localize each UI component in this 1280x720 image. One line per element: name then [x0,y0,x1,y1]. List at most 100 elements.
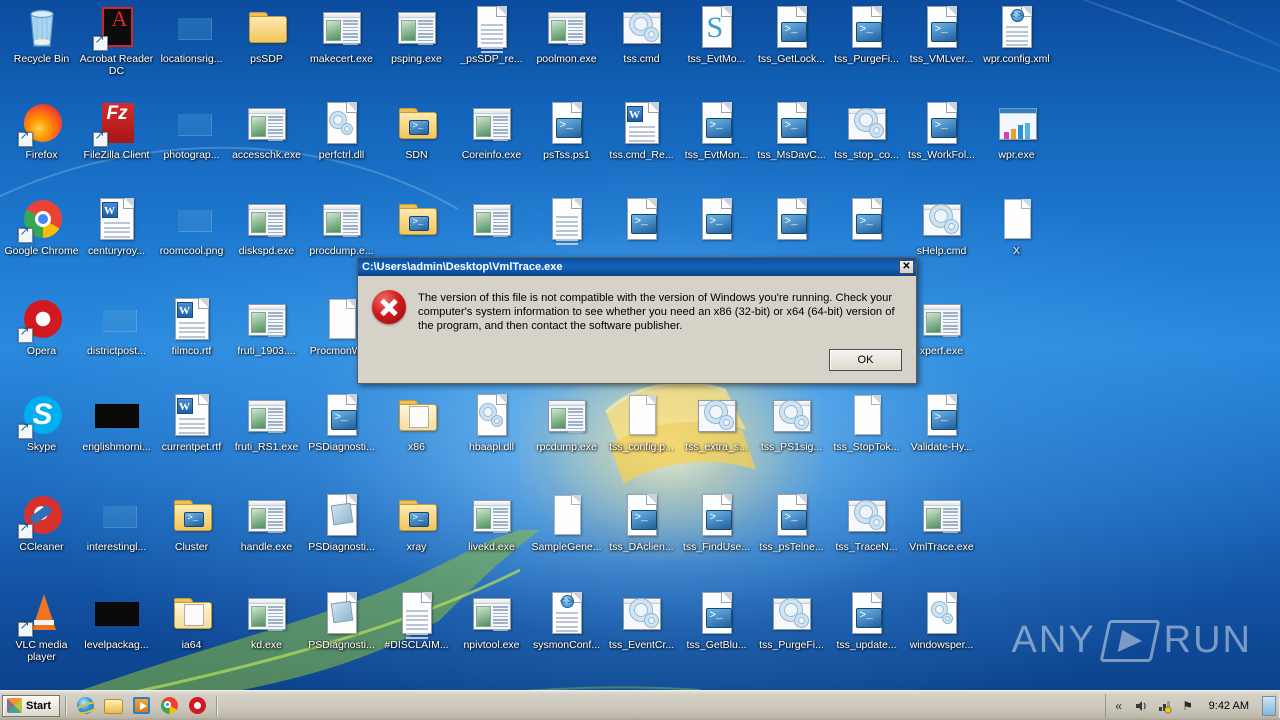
desktop-icon[interactable]: sHelp.cmd [904,196,979,258]
media-player-icon[interactable] [130,695,152,717]
desktop-icon[interactable]: Wtss.cmd_Re... [604,100,679,162]
desktop-icon[interactable]: SampleGene... [529,492,604,554]
desktop-icon[interactable] [529,196,604,246]
desktop-icon[interactable]: >_ Validate-Hy... [904,392,979,454]
start-button[interactable]: Start [2,694,61,717]
desktop-icon[interactable]: npivtool.exe [454,590,529,652]
desktop-icon[interactable]: diskspd.exe [229,196,304,258]
desktop-icon[interactable]: fruti_RS1.exe [229,392,304,454]
windows-explorer-icon[interactable] [102,695,124,717]
volume-icon[interactable] [1134,698,1150,714]
desktop-icon[interactable]: tss_StopTok... [829,392,904,454]
desktop-icon[interactable]: Firefox [4,100,79,162]
desktop-icon[interactable]: VmlTrace.exe [904,492,979,554]
internet-explorer-icon[interactable] [74,695,96,717]
show-desktop-button[interactable] [1262,695,1276,716]
desktop-icon[interactable]: PSDiagnosti... [304,492,379,554]
desktop-icon[interactable]: >_ tss_psTelne... [754,492,829,554]
desktop-icon[interactable]: windowsper... [904,590,979,652]
desktop[interactable]: Recycle Bin Acrobat Reader DC locationsrig… [0,0,1280,720]
desktop-icon[interactable]: interestingl... [79,492,154,554]
desktop-icon[interactable]: >_ tss_FindUse... [679,492,754,554]
desktop-icon[interactable]: >_ tss_update... [829,590,904,652]
desktop-icon[interactable]: #DISCLAIM... [379,590,454,652]
desktop-icon[interactable]: >_ [754,196,829,246]
desktop-icon[interactable]: Google Chrome [4,196,79,258]
desktop-icon[interactable]: Acrobat Reader DC [79,4,154,77]
desktop-icon[interactable]: Wcurrentpet.rtf [154,392,229,454]
desktop-icon[interactable]: >_ tss_GetBlu... [679,590,754,652]
desktop-icon[interactable]: wpr.exe [979,100,1054,162]
desktop-icon[interactable]: tss_extra_s... [679,392,754,454]
desktop-icon[interactable]: >_ tss_PurgeFi... [829,4,904,66]
desktop-icon[interactable]: rpcdump.exe [529,392,604,454]
desktop-icon[interactable]: < > wpr.config.xml [979,4,1054,66]
desktop-icon[interactable]: handle.exe [229,492,304,554]
desktop-icon[interactable]: tss_TraceN... [829,492,904,554]
desktop-icon[interactable]: >_ tss_VMLver... [904,4,979,66]
desktop-icon[interactable]: hbaapi.dll [454,392,529,454]
desktop-icon[interactable]: accesschk.exe [229,100,304,162]
desktop-icon[interactable]: >_ tss_GetLock... [754,4,829,66]
desktop-icon[interactable]: Recycle Bin [4,4,79,66]
desktop-icon[interactable]: poolmon.exe [529,4,604,66]
desktop-icon[interactable]: livekd.exe [454,492,529,554]
desktop-icon[interactable] [454,196,529,246]
desktop-icon[interactable]: tss_PS1sig... [754,392,829,454]
show-hidden-icons-icon[interactable]: « [1111,698,1127,714]
desktop-icon[interactable]: tss_EventCr... [604,590,679,652]
desktop-icon[interactable]: Opera [4,296,79,358]
desktop-icon[interactable]: PSDiagnosti... [304,590,379,652]
desktop-icon[interactable]: locationsrig... [154,4,229,66]
desktop-icon[interactable]: tss_config.p... [604,392,679,454]
desktop-icon[interactable]: FileZilla Client [79,100,154,162]
network-icon[interactable] [1157,698,1173,714]
close-icon[interactable]: ✕ [899,260,914,274]
desktop-icon[interactable]: >_ [604,196,679,246]
desktop-icon[interactable]: Stss_EvtMo... [679,4,754,66]
clock[interactable]: 9:42 AM [1203,700,1255,712]
action-center-flag-icon[interactable]: ⚑ [1180,698,1196,714]
desktop-icon[interactable]: tss_PurgeFi... [754,590,829,652]
desktop-icon[interactable]: districtpost... [79,296,154,358]
dialog-titlebar[interactable]: C:\Users\admin\Desktop\VmlTrace.exe ✕ [358,258,916,276]
error-dialog[interactable]: C:\Users\admin\Desktop\VmlTrace.exe ✕ Th… [357,257,917,384]
desktop-icon[interactable]: levelpackag... [79,590,154,652]
desktop-icon[interactable]: CCleaner [4,492,79,554]
opera-icon[interactable] [186,695,208,717]
system-tray[interactable]: « ⚑ 9:42 AM [1104,693,1280,718]
desktop-icon[interactable]: psSDP [229,4,304,66]
desktop-icon[interactable]: ia64 [154,590,229,652]
ok-button[interactable]: OK [829,349,902,371]
desktop-icon[interactable]: roomcool.png [154,196,229,258]
chrome-icon[interactable] [158,695,180,717]
desktop-icon[interactable]: >_ Cluster [154,492,229,554]
desktop-icon[interactable]: >_ tss_MsDavC... [754,100,829,162]
desktop-icon[interactable]: Wfilmco.rtf [154,296,229,358]
taskbar[interactable]: Start « ⚑ 9:42 AM [0,690,1280,720]
desktop-icon[interactable]: >_ xray [379,492,454,554]
desktop-icon[interactable]: >_ [829,196,904,246]
desktop-icon[interactable]: VLC media player [4,590,79,663]
desktop-icon[interactable]: tss_stop_co... [829,100,904,162]
desktop-icon[interactable]: Coreinfo.exe [454,100,529,162]
desktop-icon[interactable]: >_ tss_WorkFol... [904,100,979,162]
desktop-icon[interactable]: X [979,196,1054,258]
desktop-icon[interactable]: Wcenturyroy... [79,196,154,258]
desktop-icon[interactable]: fruti_1903.... [229,296,304,358]
desktop-icon[interactable]: perfctrl.dll [304,100,379,162]
desktop-icon[interactable]: procdump.e... [304,196,379,258]
desktop-icon[interactable]: makecert.exe [304,4,379,66]
desktop-icon[interactable]: >_ [379,196,454,246]
desktop-icon[interactable]: >_ SDN [379,100,454,162]
desktop-icon[interactable]: _psSDP_re... [454,4,529,66]
desktop-icon[interactable]: < > sysmonConf... [529,590,604,652]
desktop-icon[interactable]: >_ tss_DAclien... [604,492,679,554]
desktop-icon[interactable]: >_ tss_EvtMon... [679,100,754,162]
desktop-icon[interactable]: kd.exe [229,590,304,652]
desktop-icon[interactable]: >_ PSDiagnosti... [304,392,379,454]
desktop-icon[interactable]: englishmorni... [79,392,154,454]
desktop-icon[interactable]: x86 [379,392,454,454]
desktop-icon[interactable]: >_ psTss.ps1 [529,100,604,162]
desktop-icon[interactable]: >_ [679,196,754,246]
